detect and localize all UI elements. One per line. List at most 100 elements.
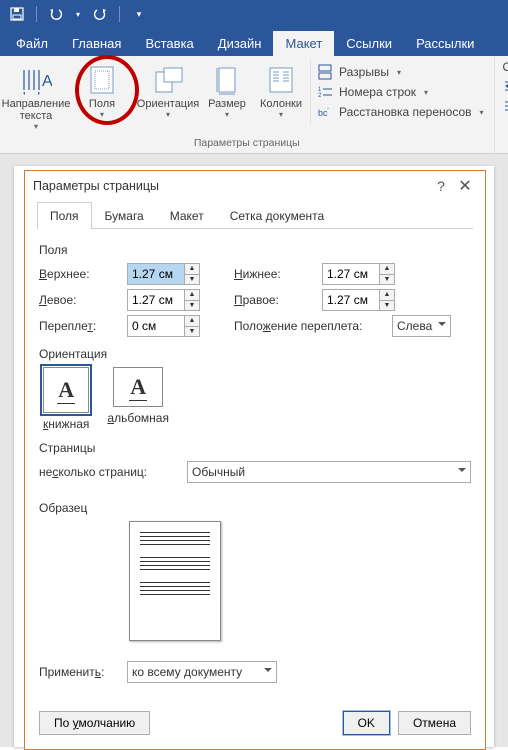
indent-right-input[interactable]: Сп <box>503 98 508 114</box>
top-margin-field[interactable] <box>127 263 185 285</box>
margins-button[interactable]: Поля ▾ <box>70 60 134 121</box>
size-button[interactable]: Размер ▾ <box>202 60 252 121</box>
margins-label: Поля <box>89 98 115 110</box>
left-margin-label: Левое: <box>39 293 119 307</box>
tab-layout[interactable]: Макет <box>273 31 334 56</box>
svg-text:2: 2 <box>318 93 322 99</box>
spin-down[interactable]: ▼ <box>185 327 199 337</box>
svg-text:A: A <box>42 73 52 90</box>
default-button[interactable]: По умолчанию <box>39 711 150 735</box>
text-direction-button[interactable]: A Направление текста ▾ <box>4 60 68 133</box>
dialog-tab-layout[interactable]: Макет <box>157 202 217 229</box>
qat-customize-button[interactable]: ▾ <box>128 3 150 25</box>
left-margin-input[interactable]: ▲▼ <box>127 289 200 311</box>
dialog-tabs: Поля Бумага Макет Сетка документа <box>37 201 473 229</box>
orientation-label: Ориентация <box>137 98 199 110</box>
title-bar: ▾ ▾ <box>0 0 508 28</box>
bottom-margin-field[interactable] <box>322 263 380 285</box>
spin-up[interactable]: ▲ <box>185 290 199 301</box>
apply-to-label: Применить: <box>39 665 119 679</box>
top-margin-input[interactable]: ▲▼ <box>127 263 200 285</box>
columns-button[interactable]: Колонки ▾ <box>254 60 308 121</box>
gutter-pos-select[interactable]: Слева <box>392 315 451 337</box>
tab-home[interactable]: Главная <box>60 31 133 56</box>
close-button[interactable]: ✕ <box>453 176 477 196</box>
redo-button[interactable] <box>89 3 111 25</box>
text-direction-label: Направление текста <box>2 98 71 122</box>
dialog-footer: По умолчанию OK Отмена <box>25 701 485 749</box>
dialog-tab-paper[interactable]: Бумага <box>92 202 157 229</box>
cancel-button[interactable]: Отмена <box>398 711 471 735</box>
multi-pages-select[interactable]: Обычный <box>187 461 471 483</box>
gutter-input[interactable]: ▲▼ <box>127 315 200 337</box>
chevron-down-icon: ▾ <box>424 88 428 97</box>
spin-down[interactable]: ▼ <box>185 301 199 311</box>
ribbon-group-label: Параметры страницы <box>4 135 490 151</box>
spin-up[interactable]: ▲ <box>185 264 199 275</box>
orientation-icon <box>152 64 184 96</box>
orientation-portrait[interactable]: A книжная <box>43 367 89 431</box>
tab-mailings[interactable]: Рассылки <box>404 31 486 56</box>
tab-design[interactable]: Дизайн <box>206 31 274 56</box>
spin-down[interactable]: ▼ <box>380 275 394 285</box>
top-margin-label: Верхнее: <box>39 267 119 281</box>
tab-insert[interactable]: Вставка <box>133 31 205 56</box>
margins-icon <box>86 64 118 96</box>
paragraph-indent-group: Отступ Сл Сп <box>494 56 508 153</box>
ribbon: A Направление текста ▾ Поля ▾ Ориентация… <box>0 56 508 154</box>
dialog-titlebar[interactable]: Параметры страницы ? ✕ <box>25 171 485 201</box>
page-setup-dialog: Параметры страницы ? ✕ Поля Бумага Макет… <box>24 170 486 750</box>
orientation-section-label: Ориентация <box>39 347 471 361</box>
chevron-down-icon: ▾ <box>34 122 38 131</box>
tab-file[interactable]: Файл <box>4 31 60 56</box>
spin-up[interactable]: ▲ <box>380 264 394 275</box>
apply-to-select[interactable]: ко всему документу <box>127 661 277 683</box>
size-icon <box>211 64 243 96</box>
hyphenation-label: Расстановка переносов <box>339 105 472 119</box>
gutter-field[interactable] <box>127 315 185 337</box>
undo-button[interactable] <box>45 3 67 25</box>
text-direction-icon: A <box>20 64 52 96</box>
dialog-title: Параметры страницы <box>33 179 429 193</box>
orientation-button[interactable]: Ориентация ▾ <box>136 60 200 121</box>
help-button[interactable]: ? <box>429 178 453 194</box>
spin-up[interactable]: ▲ <box>185 316 199 327</box>
line-numbers-icon: 12 <box>317 84 333 100</box>
columns-icon <box>265 64 297 96</box>
ok-button[interactable]: OK <box>343 711 390 735</box>
gutter-pos-label: Положение переплета: <box>234 319 384 333</box>
hyphenation-button[interactable]: bc- Расстановка переносов ▾ <box>317 104 484 120</box>
bottom-margin-input[interactable]: ▲▼ <box>322 263 395 285</box>
spin-down[interactable]: ▼ <box>380 301 394 311</box>
spin-down[interactable]: ▼ <box>185 275 199 285</box>
chevron-down-icon: ▾ <box>397 68 401 77</box>
orientation-landscape[interactable]: A альбомная <box>107 367 169 431</box>
undo-dropdown[interactable]: ▾ <box>73 3 83 25</box>
portrait-label: книжная <box>43 417 89 431</box>
save-icon[interactable] <box>6 3 28 25</box>
dialog-tab-grid[interactable]: Сетка документа <box>217 202 337 229</box>
ribbon-tabs: Файл Главная Вставка Дизайн Макет Ссылки… <box>0 28 508 56</box>
right-margin-input[interactable]: ▲▼ <box>322 289 395 311</box>
breaks-icon <box>317 64 333 80</box>
left-margin-field[interactable] <box>127 289 185 311</box>
indent-right-icon <box>503 98 508 114</box>
breaks-button[interactable]: Разрывы ▾ <box>317 64 484 80</box>
spin-up[interactable]: ▲ <box>380 290 394 301</box>
indent-left-input[interactable]: Сл <box>503 78 508 94</box>
landscape-label: альбомная <box>107 411 169 425</box>
chevron-down-icon: ▾ <box>166 110 170 119</box>
right-margin-field[interactable] <box>322 289 380 311</box>
line-numbers-button[interactable]: 12 Номера строк ▾ <box>317 84 484 100</box>
hyphenation-icon: bc- <box>317 104 333 120</box>
indent-left-icon <box>503 78 508 94</box>
pages-section-label: Страницы <box>39 441 471 455</box>
chevron-down-icon: ▾ <box>279 110 283 119</box>
chevron-down-icon: ▾ <box>480 108 484 117</box>
preview-box <box>129 521 221 641</box>
right-margin-label: Правое: <box>234 293 314 307</box>
size-label: Размер <box>208 98 246 110</box>
separator <box>36 6 37 22</box>
tab-references[interactable]: Ссылки <box>334 31 404 56</box>
dialog-tab-margins[interactable]: Поля <box>37 202 92 229</box>
